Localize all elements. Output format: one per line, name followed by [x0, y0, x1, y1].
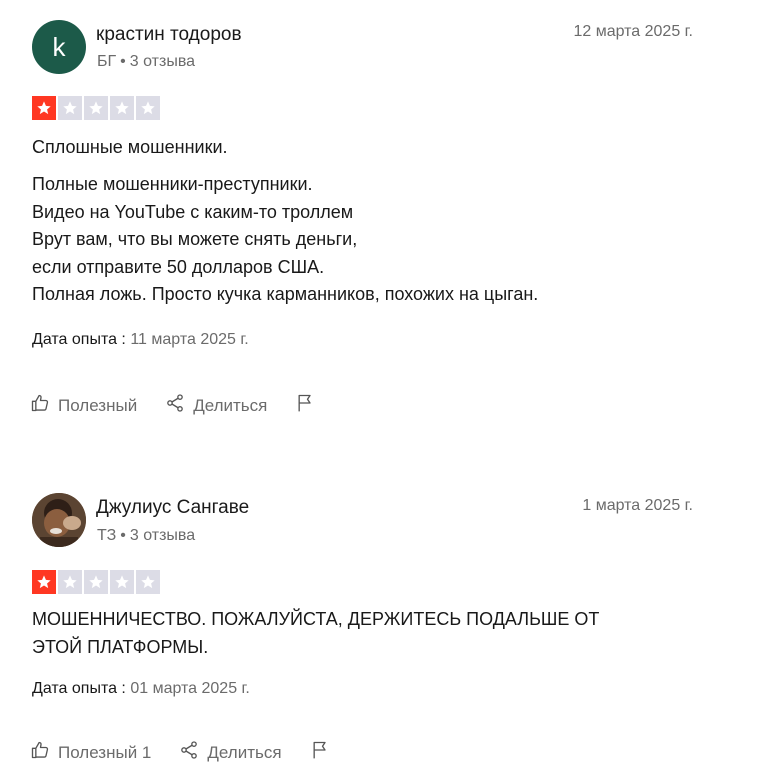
avatar-photo-image [32, 493, 86, 547]
thumbs-up-icon [30, 740, 50, 765]
star-icon-empty [84, 570, 108, 594]
review-body: Полные мошенники-преступники. Видео на Y… [32, 171, 538, 309]
share-label: Делиться [193, 395, 268, 415]
report-button[interactable] [310, 740, 330, 765]
star-icon-empty [136, 570, 160, 594]
share-label: Делиться [207, 742, 282, 762]
review-card: k крастин тодоров БГ • 3 отзыва 12 марта 2… [0, 0, 759, 440]
star-icon-empty [136, 96, 160, 120]
review-title[interactable]: Сплошные мошенники. [32, 137, 228, 158]
review-body-line: если отправите 50 долларов США. [32, 256, 325, 277]
useful-button[interactable]: Полезный 1 [30, 740, 151, 765]
share-button[interactable]: Делиться [179, 740, 282, 765]
report-button[interactable] [295, 393, 315, 418]
thumbs-up-icon [30, 393, 50, 418]
author-country: ТЗ [97, 527, 117, 544]
experience-date: Дата опыта : 11 марта 2025 г. [32, 331, 249, 349]
review-card: Джулиус Сангаве ТЗ • 3 отзыва 1 марта 2025… [0, 440, 759, 777]
author-name[interactable]: Джулиус Сангаве [96, 497, 249, 519]
review-body: МОШЕННИЧЕСТВО. ПОЖАЛУЙСТА, ДЕРЖИТЕСЬ ПОД… [32, 606, 599, 661]
author-reviews-count: 3 отзыва [129, 53, 196, 70]
star-rating [32, 96, 160, 120]
review-body-line: Полная ложь. Просто кучка карманников, п… [32, 284, 539, 304]
avatar[interactable]: k [32, 20, 86, 74]
author-meta: БГ • 3 отзыва [97, 53, 195, 71]
review-body-line: ЭТОЙ ПЛАТФОРМЫ. [32, 636, 209, 657]
review-date: 1 марта 2025 г. [582, 497, 693, 514]
share-icon [179, 740, 199, 765]
star-icon-empty [58, 96, 82, 120]
star-icon-empty [110, 96, 134, 120]
flag-icon [310, 740, 330, 765]
star-icon-filled [32, 570, 56, 594]
review-actions: Полезный Делиться [30, 393, 343, 418]
experience-date: Дата опыта : 01 марта 2025 г. [32, 680, 250, 698]
meta-separator: • [120, 53, 126, 70]
flag-icon [295, 393, 315, 418]
avatar[interactable] [32, 493, 86, 547]
useful-label: Полезный 1 [58, 742, 152, 762]
share-button[interactable]: Делиться [165, 393, 267, 418]
review-date: 12 марта 2025 г. [573, 23, 693, 40]
star-icon-empty [110, 570, 134, 594]
author-reviews-count: 3 отзыва [129, 527, 196, 544]
share-icon [165, 393, 185, 418]
meta-separator: • [120, 527, 126, 544]
star-icon-empty [58, 570, 82, 594]
review-body-line: МОШЕННИЧЕСТВО. ПОЖАЛУЙСТА, ДЕРЖИТЕСЬ ПОД… [32, 609, 600, 629]
experience-label: Дата опыта : [32, 331, 126, 348]
review-body-line: Врут вам, что вы можете снять деньги, [32, 229, 358, 249]
review-actions: Полезный 1 Делиться [30, 740, 358, 765]
author-name[interactable]: крастин тодоров [96, 24, 242, 46]
author-meta: ТЗ • 3 отзыва [97, 527, 195, 545]
experience-label: Дата опыта : [32, 680, 126, 697]
star-icon-filled [32, 96, 56, 120]
author-country: БГ [97, 53, 117, 70]
useful-button[interactable]: Полезный [30, 393, 137, 418]
experience-date-value: 01 марта 2025 г. [130, 680, 250, 697]
avatar-letter: k [52, 31, 66, 62]
review-body-line: Полные мошенники-преступники. [32, 174, 313, 194]
review-body-line: Видео на YouTube с каким-то троллем [32, 201, 354, 222]
star-icon-empty [84, 96, 108, 120]
useful-label: Полезный [58, 395, 138, 415]
experience-date-value: 11 марта 2025 г. [130, 331, 249, 348]
star-rating [32, 570, 160, 594]
